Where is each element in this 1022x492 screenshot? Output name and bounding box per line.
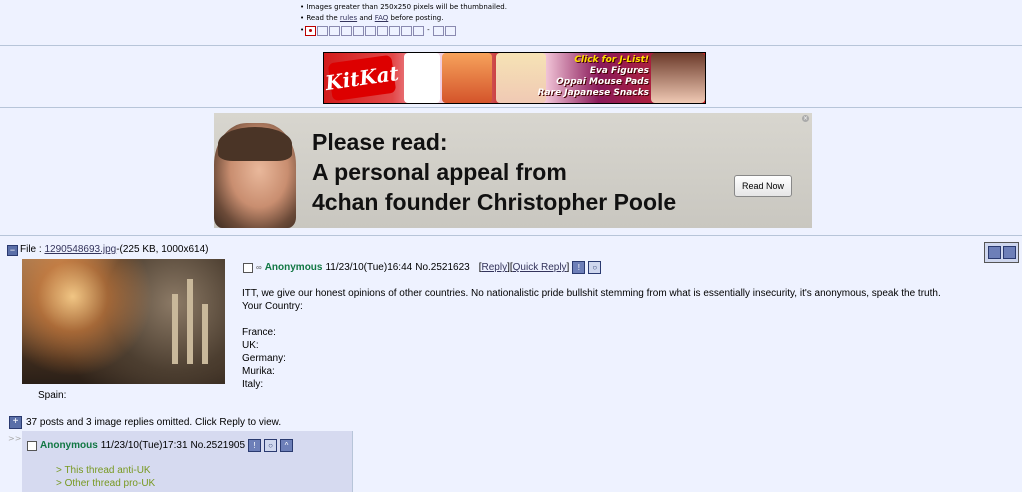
file-info: − File : 1290548693.jpg-(225 KB, 1000x614…	[7, 244, 208, 256]
expand-thread-icon[interactable]: +	[9, 416, 22, 429]
style-box[interactable]	[444, 25, 456, 36]
style-switcher: • -	[300, 25, 507, 36]
reply-link[interactable]: Reply	[482, 262, 508, 273]
quote-icon[interactable]: ^	[280, 439, 294, 452]
rules-link[interactable]: rules	[340, 14, 357, 22]
posting-rules: • Images greater than 250x250 pixels wil…	[300, 2, 507, 36]
op-comment: ITT, we give our honest opinions of othe…	[242, 288, 941, 390]
style-box[interactable]	[401, 25, 413, 36]
hide-icon[interactable]: ○	[264, 439, 278, 452]
kitkat-logo: KitKat	[324, 54, 400, 102]
stub-icon[interactable]: ∞	[256, 263, 262, 272]
style-box[interactable]	[353, 25, 365, 36]
style-box[interactable]	[341, 25, 353, 36]
op-header: ∞ Anonymous 11/23/10(Tue)16:44 No.252162…	[243, 261, 602, 274]
hide-icon[interactable]: ○	[588, 261, 602, 274]
read-now-button[interactable]: Read Now	[734, 175, 792, 197]
poster-name: Anonymous	[40, 440, 98, 451]
rule-read: • Read the rules and FAQ before posting.	[300, 14, 444, 22]
appeal-text: Please read: A personal appeal from 4cha…	[312, 129, 677, 215]
reply-header: Anonymous 11/23/10(Tue)17:31 No.2521905 …	[27, 439, 294, 452]
post-checkbox[interactable]	[27, 440, 37, 451]
anime-girl-image	[651, 53, 705, 103]
figure-image	[442, 53, 492, 103]
founder-photo	[214, 123, 296, 228]
style-box[interactable]	[317, 25, 329, 36]
post-datetime: 11/23/10(Tue)16:44	[325, 262, 413, 273]
style-box[interactable]	[365, 25, 377, 36]
thread-controls	[984, 242, 1019, 263]
poster-name: Anonymous	[264, 262, 323, 273]
banner-text: Click for J-List! Eva Figures Oppai Mous…	[537, 55, 649, 98]
report-icon[interactable]: !	[572, 261, 586, 274]
file-link[interactable]: 1290548693.jpg	[44, 244, 116, 255]
style-box[interactable]	[377, 25, 389, 36]
post-number[interactable]: No.2521905	[191, 440, 246, 451]
expand-icon[interactable]	[1002, 246, 1016, 259]
collapse-icon[interactable]: −	[7, 245, 18, 256]
hello-kitty-image	[404, 53, 440, 103]
style-box[interactable]	[413, 25, 425, 36]
faq-link[interactable]: FAQ	[375, 14, 389, 22]
watch-icon[interactable]	[987, 246, 1001, 259]
divider	[0, 235, 1022, 236]
post-checkbox[interactable]	[243, 262, 253, 273]
reply-post: Anonymous 11/23/10(Tue)17:31 No.2521905 …	[22, 431, 353, 492]
style-box[interactable]	[389, 25, 401, 36]
divider	[0, 107, 1022, 108]
reply-indicator: >>	[8, 434, 22, 443]
style-box[interactable]	[305, 25, 317, 36]
report-icon[interactable]: !	[248, 439, 262, 452]
omitted-notice: + 37 posts and 3 image replies omitted. …	[9, 416, 281, 429]
rule-thumbnail: • Images greater than 250x250 pixels wil…	[300, 3, 507, 11]
post-number[interactable]: No.2521623	[415, 262, 470, 273]
jlist-banner-ad[interactable]: KitKat Click for J-List! Eva Figures Opp…	[323, 52, 706, 104]
quick-reply-link[interactable]: Quick Reply	[513, 262, 567, 273]
style-box[interactable]	[432, 25, 444, 36]
style-box[interactable]	[329, 25, 341, 36]
close-icon[interactable]: ×	[802, 115, 809, 122]
op-image-thumbnail[interactable]	[22, 259, 225, 384]
op-comment-extra: Spain:	[38, 390, 67, 401]
appeal-banner-ad[interactable]: Please read: A personal appeal from 4cha…	[214, 113, 812, 228]
divider	[0, 45, 1022, 46]
greentext: > This thread anti-UK > Other thread pro…	[56, 465, 156, 489]
post-datetime: 11/23/10(Tue)17:31	[100, 440, 188, 451]
